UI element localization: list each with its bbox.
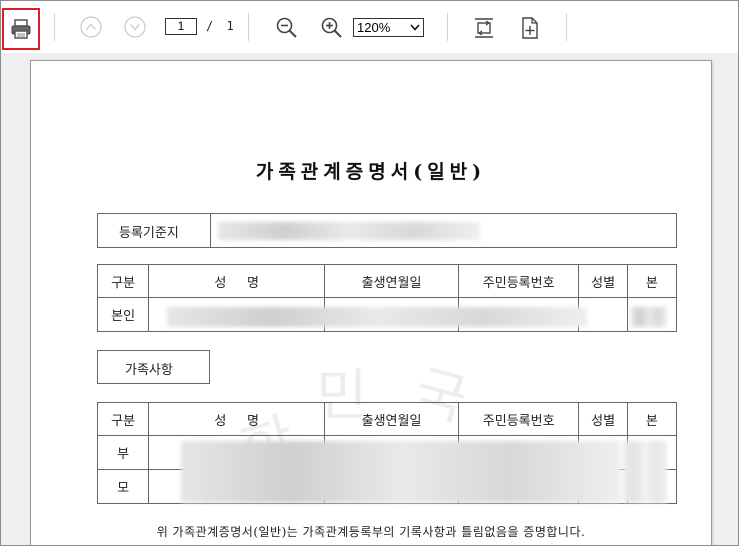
redacted-principal-data [167,307,587,327]
zoom-in-icon [321,17,342,38]
family-section-label: 가족사항 [125,363,173,378]
header-resident-number: 주민등록번호 [457,402,580,436]
header-sex: 성별 [578,264,628,298]
document-page: 대 한 민 국 ◉ 가족관계증명서(일반) 등록기준지 구분 성 명 출생연월일… [30,60,712,545]
registry-label: 등록기준지 [119,226,179,241]
header-sex: 성별 [578,402,628,436]
print-button[interactable] [2,8,40,50]
page-count-text: / 1 [206,19,234,33]
certification-statement: 위 가족관계증명서(일반)는 가족관계등록부의 기록사항과 틀림없음을 증명합니… [156,525,586,539]
toolbar-separator [54,13,55,41]
fit-page-button[interactable] [471,15,497,41]
zoom-level-value: 120% [357,20,391,35]
viewer-toolbar: 1 / 1 120% [1,1,738,53]
table-header-row: 구분 성 명 출생연월일 주민등록번호 성별 본 [96,402,678,436]
toolbar-separator [248,13,249,41]
zoom-out-button[interactable] [274,15,300,41]
redacted-origin [631,307,667,327]
row-category: 본인 [96,297,150,332]
header-origin: 본 [626,402,678,436]
redacted-family-data [181,441,621,503]
header-category: 구분 [96,402,150,436]
zoom-out-icon [276,17,297,38]
previous-page-button[interactable] [79,15,103,39]
redacted-family-origin [623,441,667,503]
printer-icon [11,19,31,39]
header-name: 성 명 [148,264,326,298]
rotate-page-button[interactable] [517,15,543,41]
header-birthdate: 출생연월일 [324,402,459,436]
next-page-button[interactable] [123,15,147,39]
toolbar-separator [566,13,567,41]
registry-row: 등록기준지 [97,213,677,248]
row-category: 부 [96,435,150,470]
family-section-label-box: 가족사항 [97,350,210,384]
chevron-down-circle-icon [124,16,146,38]
header-birthdate: 출생연월일 [324,264,459,298]
header-category: 구분 [96,264,150,298]
chevron-up-circle-icon [80,16,102,38]
pdf-viewer-window: 1 / 1 120% 민 국 가족관계증명서(일반) 등록기준지 구분 성 명 … [0,0,739,546]
table-header-row: 구분 성 명 출생연월일 주민등록번호 성별 본 [96,264,678,298]
document-viewport[interactable]: 대 한 민 국 ◉ 가족관계증명서(일반) 등록기준지 구분 성 명 출생연월일… [1,53,738,545]
row-category: 모 [96,469,150,504]
header-origin: 본 [626,264,678,298]
zoom-level-select[interactable]: 120% [353,18,424,37]
zoom-in-button[interactable] [319,15,345,41]
divider [210,214,211,247]
total-pages: 1 [226,19,234,33]
page-number-input[interactable]: 1 [165,18,197,35]
chevron-down-icon [410,24,420,31]
header-resident-number: 주민등록번호 [457,264,580,298]
page-separator: / [206,19,214,33]
header-name: 성 명 [148,402,326,436]
fit-page-icon [475,18,493,38]
page-add-icon [522,17,538,39]
toolbar-separator [447,13,448,41]
redacted-registry-address [218,222,480,240]
document-title: 가족관계증명서(일반) [255,161,487,183]
